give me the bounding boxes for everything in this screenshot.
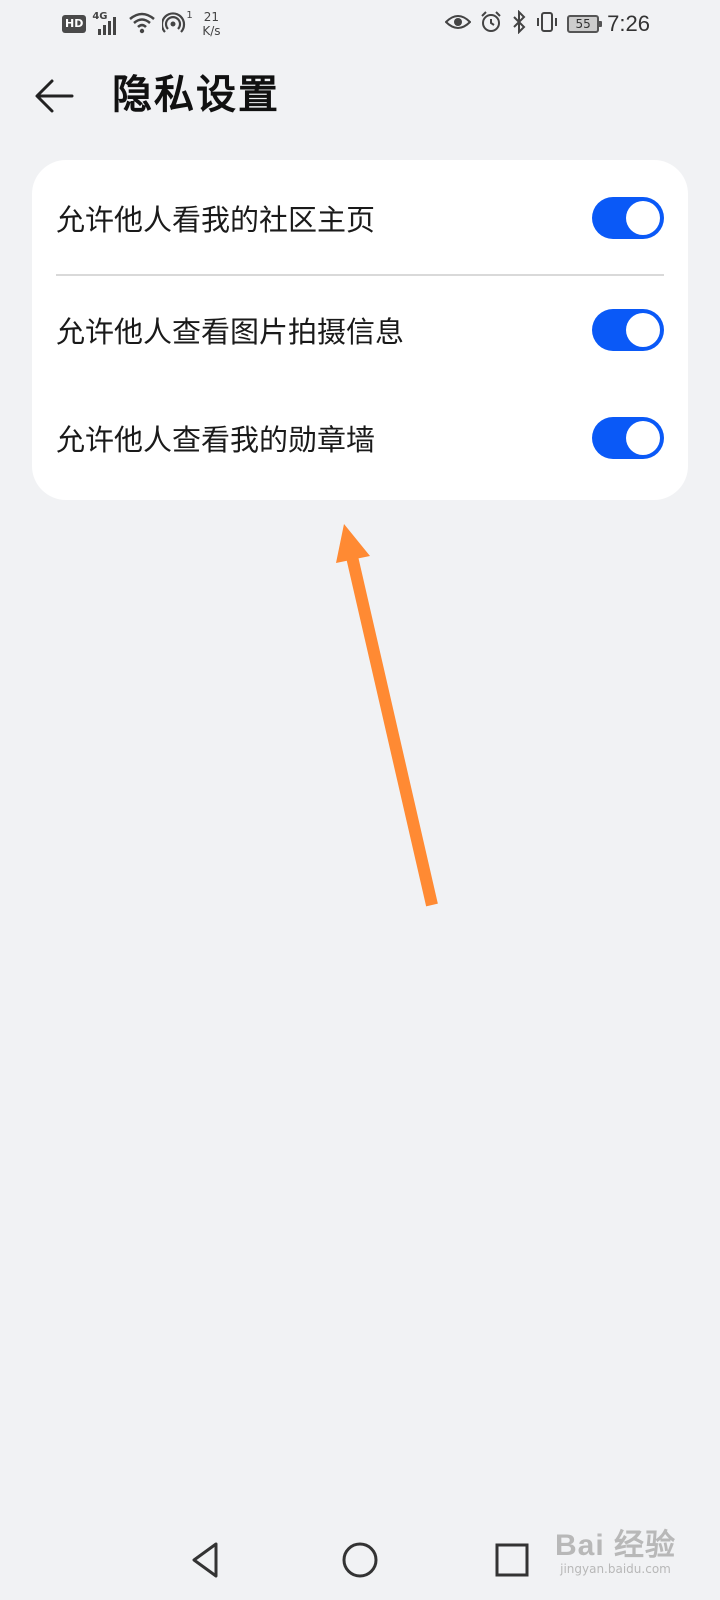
baidu-jingyan-watermark: Bai 经验 jingyan.baidu.com — [554, 1529, 676, 1577]
nav-back-button[interactable] — [166, 1520, 246, 1600]
home-circle-icon — [342, 1542, 378, 1578]
back-triangle-icon — [192, 1542, 218, 1578]
watermark-url: jingyan.baidu.com — [560, 1562, 671, 1576]
watermark-logo: Bai 经验 — [554, 1529, 676, 1562]
annotation-arrow — [336, 524, 438, 907]
nav-recents-button[interactable] — [472, 1520, 552, 1600]
nav-home-button[interactable] — [320, 1520, 400, 1600]
recents-square-icon — [495, 1543, 529, 1577]
